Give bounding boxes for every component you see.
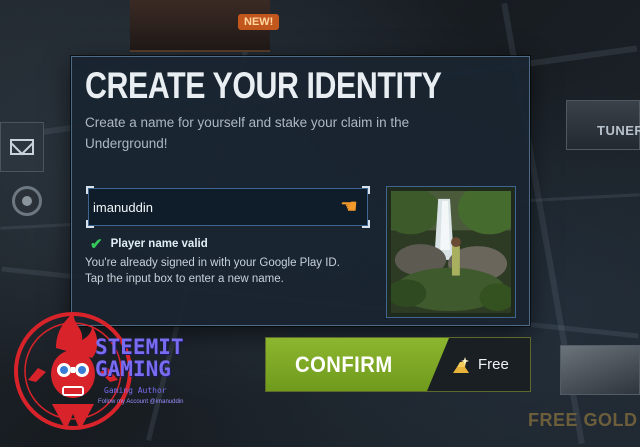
new-badge: NEW! [238,14,280,30]
car-card[interactable] [560,345,640,395]
gold-bars-icon [453,357,469,373]
logo-line: STEEMIT [95,335,184,359]
tuner-label: TUNER [597,123,640,138]
frame-corner [86,186,94,194]
frame-corner [510,187,515,192]
frame-corner [510,312,515,317]
mail-icon [10,139,34,155]
sign-in-info: You're already signed in with your Googl… [85,255,375,287]
logo-subtitle: Gaming Author [104,386,167,395]
confirm-label: CONFIRM [295,352,393,377]
frame-corner [362,220,370,228]
dialog-subtitle: Create a name for yourself and stake you… [85,115,410,151]
avatar-picture[interactable] [386,186,516,318]
dialog-title: CREATE YOUR IDENTITY [85,65,442,106]
player-name-input[interactable]: imanuddin ☚ [86,186,370,228]
logo-subtitle: Follow my Account @imanuddin [98,399,184,405]
frame-corner [387,187,392,192]
checkmark-icon: ✔ [90,236,103,253]
confirm-button[interactable]: CONFIRM Free [265,337,531,392]
player-name-value: imanuddin [93,200,153,215]
validation-message: Player name valid [110,238,208,250]
sign-in-info-line: Tap the input box to enter a new name. [85,273,284,285]
map-location-icon[interactable] [12,186,42,216]
sign-in-info-line: You're already signed in with your Googl… [85,257,340,269]
free-gold-label[interactable]: FREE GOLD [528,410,638,431]
frame-corner [362,186,370,194]
cost-label: Free [478,356,509,373]
frame-corner [86,220,94,228]
mail-button[interactable] [0,122,44,172]
frame-corner [387,312,392,317]
logo-title: STEEMIT GAMING [95,336,184,380]
avatar-photo [391,191,511,313]
logo-line: GAMING [95,357,171,381]
create-identity-dialog: CREATE YOUR IDENTITY Create a name for y… [71,56,530,326]
name-validation: ✔ Player name valid [90,235,208,253]
tap-pointer-icon: ☚ [340,196,358,218]
